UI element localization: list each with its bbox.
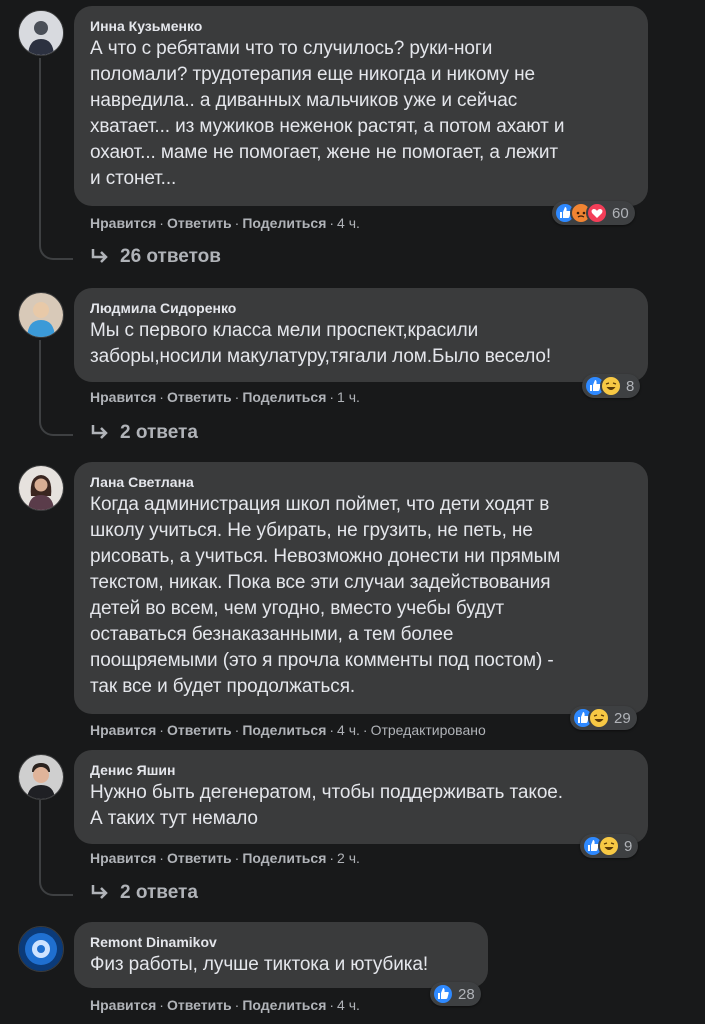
- comment-bubble: Инна Кузьменко А что с ребятами что то с…: [74, 6, 648, 206]
- like-button[interactable]: Нравится: [90, 389, 156, 405]
- reply-arrow-icon: [91, 885, 108, 899]
- reaction-count: 29: [614, 709, 631, 727]
- like-button[interactable]: Нравится: [90, 997, 156, 1013]
- reaction-count: 8: [626, 377, 635, 395]
- comment-bubble: Лана Светлана Когда администрация школ п…: [74, 462, 648, 714]
- thread-connector: [39, 244, 73, 260]
- thread-line: [39, 800, 41, 880]
- reply-button[interactable]: Ответить: [167, 722, 232, 738]
- comment-text: Мы с первого класса мели проспект,красил…: [90, 320, 552, 367]
- comment-bubble: Людмила Сидоренко Мы с первого класса ме…: [74, 288, 648, 382]
- avatar[interactable]: [18, 10, 64, 56]
- comment-bubble: Денис Яшин Нужно быть дегенератом, чтобы…: [74, 750, 648, 844]
- comment-time[interactable]: 4 ч.: [337, 722, 360, 738]
- reactions-summary[interactable]: 60: [552, 201, 635, 225]
- comment-actions: Нравится · Ответить · Поделиться · 1 ч.: [90, 389, 360, 405]
- share-button[interactable]: Поделиться: [242, 850, 326, 866]
- edited-label[interactable]: Отредактировано: [371, 722, 486, 738]
- love-icon: [586, 202, 608, 224]
- thread-line: [39, 58, 41, 244]
- view-replies-link[interactable]: 2 ответа: [90, 882, 198, 904]
- comment-bubble: Remont Dinamikov Физ работы, лучше тикто…: [74, 922, 488, 988]
- comment-author[interactable]: Людмила Сидоренко: [90, 300, 634, 316]
- view-replies-link[interactable]: 26 ответов: [90, 246, 221, 268]
- reply-arrow-icon: [91, 425, 108, 439]
- like-button[interactable]: Нравится: [90, 850, 156, 866]
- thread-line: [39, 340, 41, 420]
- comment-text: А что с ребятами что то случилось? руки-…: [90, 38, 565, 189]
- comment-actions: Нравится · Ответить · Поделиться · 4 ч. · Отреда…: [90, 722, 486, 738]
- like-button[interactable]: Нравится: [90, 215, 156, 231]
- avatar[interactable]: [18, 754, 64, 800]
- comment-time[interactable]: 1 ч.: [337, 389, 360, 405]
- reply-button[interactable]: Ответить: [167, 850, 232, 866]
- share-button[interactable]: Поделиться: [242, 722, 326, 738]
- share-button[interactable]: Поделиться: [242, 389, 326, 405]
- reaction-count: 9: [624, 837, 633, 855]
- haha-icon: [598, 835, 620, 857]
- comment-actions: Нравится · Ответить · Поделиться · 4 ч.: [90, 997, 360, 1013]
- share-button[interactable]: Поделиться: [242, 997, 326, 1013]
- share-button[interactable]: Поделиться: [242, 215, 326, 231]
- reaction-count: 60: [612, 204, 629, 222]
- comment-time[interactable]: 2 ч.: [337, 850, 360, 866]
- replies-count: 26 ответов: [120, 246, 221, 267]
- reactions-summary[interactable]: 9: [580, 834, 639, 858]
- comment-time[interactable]: 4 ч.: [337, 215, 360, 231]
- avatar[interactable]: [18, 926, 64, 972]
- comment-author[interactable]: Денис Яшин: [90, 762, 634, 778]
- replies-count: 2 ответа: [120, 882, 198, 903]
- reaction-count: 28: [458, 985, 475, 1003]
- comment-text: Нужно быть дегенератом, чтобы поддержива…: [90, 782, 563, 829]
- reply-arrow-icon: [91, 249, 108, 263]
- comment-author[interactable]: Лана Светлана: [90, 474, 634, 490]
- avatar[interactable]: [18, 292, 64, 338]
- haha-icon: [600, 375, 622, 397]
- comment-actions: Нравится · Ответить · Поделиться · 4 ч.: [90, 215, 360, 231]
- reactions-summary[interactable]: 8: [582, 374, 641, 398]
- haha-icon: [588, 707, 610, 729]
- replies-count: 2 ответа: [120, 422, 198, 443]
- comment-text: Физ работы, лучше тиктока и ютубика!: [90, 954, 429, 975]
- reply-button[interactable]: Ответить: [167, 389, 232, 405]
- comment-author[interactable]: Инна Кузьменко: [90, 18, 634, 34]
- comment-author[interactable]: Remont Dinamikov: [90, 934, 474, 950]
- like-button[interactable]: Нравится: [90, 722, 156, 738]
- comment-time[interactable]: 4 ч.: [337, 997, 360, 1013]
- reply-button[interactable]: Ответить: [167, 215, 232, 231]
- avatar[interactable]: [18, 465, 64, 511]
- thread-connector: [39, 420, 73, 436]
- like-icon: [432, 983, 454, 1005]
- thread-connector: [39, 880, 73, 896]
- view-replies-link[interactable]: 2 ответа: [90, 422, 198, 444]
- comment-actions: Нравится · Ответить · Поделиться · 2 ч.: [90, 850, 360, 866]
- reply-button[interactable]: Ответить: [167, 997, 232, 1013]
- reactions-summary[interactable]: 29: [570, 706, 637, 730]
- comment-text: Когда администрация школ поймет, что дет…: [90, 494, 561, 697]
- reactions-summary[interactable]: 28: [430, 982, 481, 1006]
